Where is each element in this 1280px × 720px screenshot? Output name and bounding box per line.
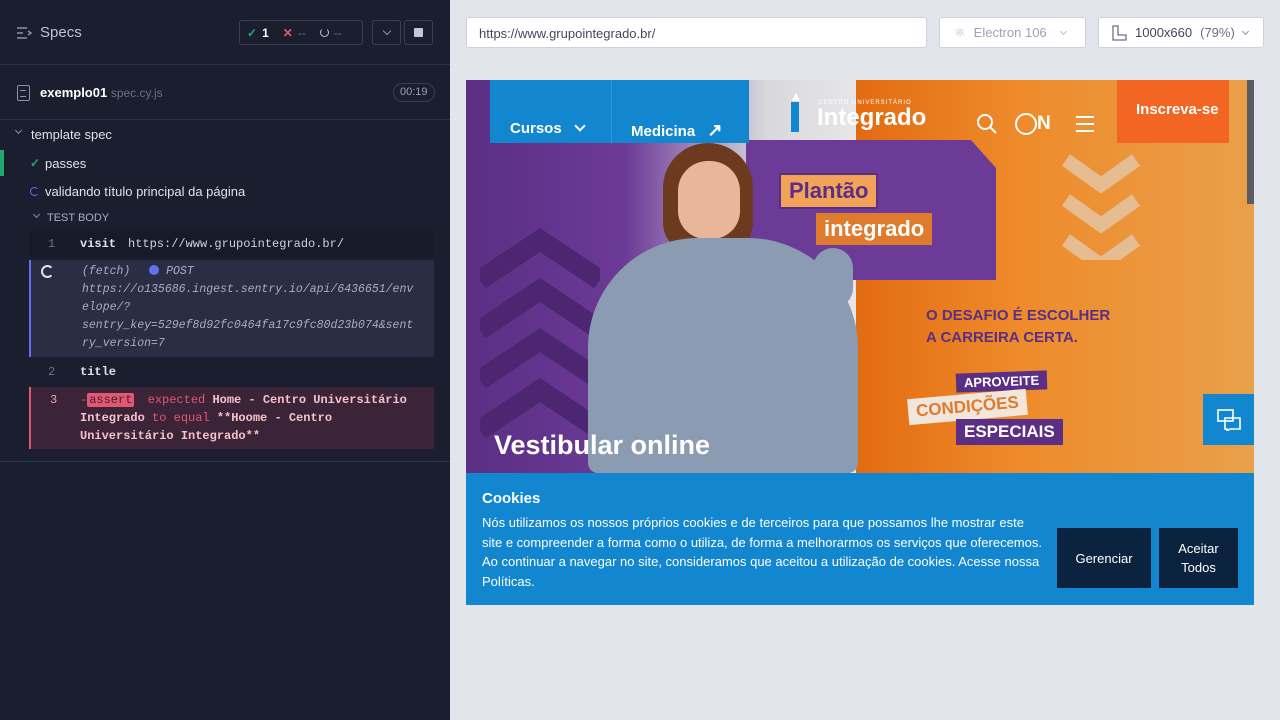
menu-icon[interactable] [1076, 116, 1094, 132]
file-icon [17, 85, 30, 101]
inscreva-se-button[interactable]: Inscreva-se [1117, 80, 1229, 143]
viewport-selector[interactable]: 1000x660 (79%) [1098, 17, 1264, 48]
spinner-icon [319, 28, 329, 37]
chevron-down-icon [1241, 27, 1249, 35]
stop-button[interactable] [404, 20, 433, 45]
chat-button[interactable] [1203, 394, 1254, 445]
hero-tagline: O DESAFIO É ESCOLHER A CARREIRA CERTA. [926, 307, 1111, 346]
x-icon: ✕ [282, 25, 293, 40]
cookie-text: Nós utilizamos os nossos próprios cookie… [482, 515, 1042, 589]
test-row-running[interactable]: validando título principal da página [0, 180, 450, 202]
specs-list-icon[interactable] [16, 26, 32, 40]
test-row-passes[interactable]: ✓ passes [0, 150, 450, 176]
assert-badge: - assert [80, 393, 135, 407]
chevron-pattern-right [1061, 154, 1141, 260]
command-assert-failed[interactable]: 3 - assert expected Home - Centro Univers… [29, 387, 434, 449]
command-title[interactable]: 2 title [29, 360, 434, 384]
arrow-up-right-icon: ↗ [707, 120, 723, 140]
chevron-down-icon [574, 120, 586, 132]
stats-summary: ✓ 1 ✕ -- -- [239, 20, 363, 45]
failed-count: ✕ -- [282, 25, 306, 40]
chevron-down-icon [382, 26, 391, 36]
passed-count: ✓ 1 [247, 25, 269, 40]
stop-icon [414, 28, 423, 37]
app-under-test: Plantão integrado O DESAFIO É ESCOLHER A… [466, 80, 1254, 605]
nav-medicina[interactable]: Medicina ↗ [611, 80, 749, 143]
check-icon: ✓ [30, 156, 41, 170]
spec-filename: exemplo01 spec.cy.js [40, 85, 163, 100]
log-divider [0, 461, 450, 462]
logo-caret-icon: ▲ [789, 88, 803, 104]
site-logo[interactable]: ▲ CENTRO UNIVERSITÁRIO Integrado [789, 86, 931, 136]
browser-selector[interactable]: ⚛ Electron 106 [939, 17, 1086, 48]
spinner-icon [30, 187, 39, 196]
nav-cursos[interactable]: Cursos [490, 80, 611, 143]
reporter-header: Specs ✓ 1 ✕ -- -- [0, 0, 450, 65]
suite-title[interactable]: template spec [0, 126, 450, 144]
spec-file-row: exemplo01 spec.cy.js 00:19 [0, 65, 450, 120]
chevron-down-icon [14, 126, 23, 135]
on-icon[interactable]: ONN [1015, 113, 1051, 135]
chevron-down-icon [1059, 27, 1067, 35]
test-body-header[interactable]: TEST BODY [0, 210, 450, 226]
chat-icon [1216, 408, 1241, 431]
expand-collapse-button[interactable] [372, 20, 401, 45]
specs-toggle-label[interactable]: Specs [40, 24, 82, 41]
command-fetch[interactable]: (fetch) POST https://o135686.ingest.sent… [29, 260, 434, 357]
preview-panel: https://www.grupointegrado.br/ ⚛ Electro… [450, 0, 1280, 720]
electron-icon: ⚛ [954, 24, 966, 40]
hero-title: Vestibular online [494, 430, 711, 460]
request-dot-icon [149, 265, 160, 275]
command-visit[interactable]: 1 visit https://www.grupointegrado.br/ [29, 231, 434, 257]
site-nav: Cursos Medicina ↗ ▲ CENTRO UNIVERSITÁRIO… [466, 80, 1254, 143]
logo-mark-icon [791, 102, 799, 132]
cookie-banner: Cookies Nós utilizamos os nossos próprio… [466, 473, 1254, 605]
pending-count: -- [313, 21, 349, 44]
spinner-icon [41, 265, 54, 278]
command-log-panel: Specs ✓ 1 ✕ -- -- exemplo01 spec.cy.js 0… [0, 0, 450, 720]
pass-indicator [0, 150, 4, 176]
search-icon[interactable] [976, 113, 998, 135]
manage-cookies-button[interactable]: Gerenciar [1057, 528, 1151, 588]
url-bar[interactable]: https://www.grupointegrado.br/ [466, 17, 927, 48]
ruler-icon [1112, 24, 1127, 41]
cookie-title: Cookies [482, 490, 541, 507]
check-icon: ✓ [247, 25, 258, 40]
duration-timer: 00:19 [393, 83, 435, 102]
chevron-down-icon [32, 210, 41, 219]
accept-all-cookies-button[interactable]: Aceitar Todos [1159, 528, 1238, 588]
